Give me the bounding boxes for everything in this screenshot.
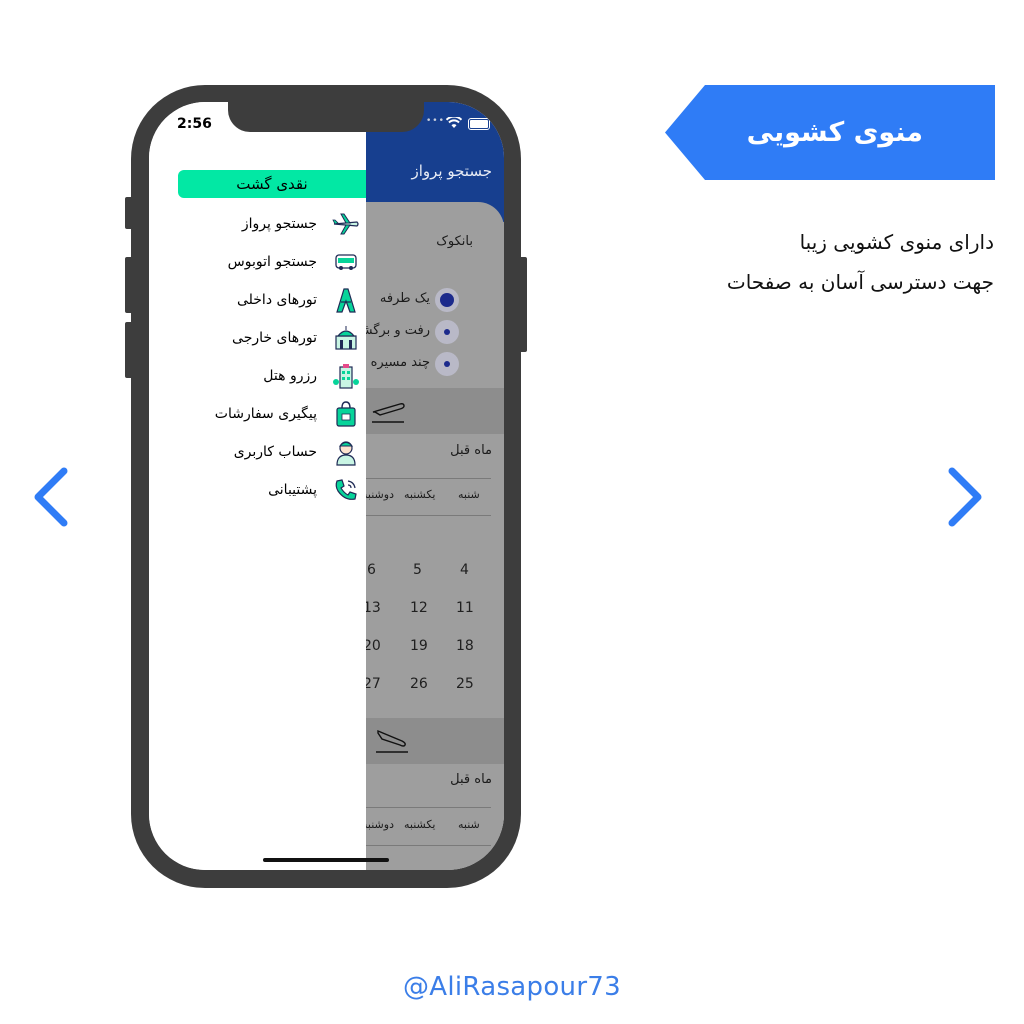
phone-support-icon: [331, 475, 361, 505]
battery-icon: [468, 118, 490, 130]
destination-city[interactable]: بانکوک: [436, 234, 473, 249]
calendar-day[interactable]: 11: [456, 600, 474, 616]
description-line-1: دارای منوی کشویی زیبا: [799, 230, 994, 254]
menu-item-hotel-booking[interactable]: رزرو هتل: [263, 361, 361, 391]
app-header-title: جستجو پرواز: [411, 162, 493, 180]
menu-item-label: حساب کاربری: [233, 444, 317, 460]
menu-item-label: تورهای خارجی: [232, 330, 317, 346]
return-strip: [366, 718, 504, 764]
weekday-3: دوشنبه: [366, 818, 394, 831]
chevron-left-icon: [34, 467, 68, 527]
calendar-day[interactable]: 25: [456, 676, 474, 692]
headline-title: منوی کشویی: [746, 117, 923, 148]
calendar-day[interactable]: 27: [366, 676, 381, 692]
calendar-day[interactable]: 4: [460, 562, 469, 578]
menu-item-label: جستجو پرواز: [241, 216, 317, 232]
menu-item-label: رزرو هتل: [263, 368, 317, 384]
menu-item-flight-search[interactable]: جستجو پرواز: [242, 209, 361, 239]
prev-arrow[interactable]: [30, 465, 70, 529]
menu-item-label: پیگیری سفارشات: [214, 406, 317, 422]
menu-item-foreign-tours[interactable]: تورهای خارجی: [232, 323, 361, 353]
next-arrow[interactable]: [946, 465, 986, 529]
calendar-day[interactable]: 6: [367, 562, 376, 578]
phone-notch: [228, 102, 424, 132]
calendar-day[interactable]: 20: [366, 638, 381, 654]
chevron-right-icon: [948, 467, 982, 527]
calendar-day[interactable]: 13: [366, 600, 381, 616]
weekday-3: دوشنبه: [366, 488, 394, 501]
weekday-1: شنبه: [458, 488, 480, 501]
cash-button[interactable]: نقدی گشت: [178, 170, 366, 198]
weekday-2: یکشنبه: [404, 488, 436, 501]
menu-item-label: تورهای داخلی: [236, 292, 317, 308]
divider: [366, 478, 491, 479]
calendar-day[interactable]: 18: [456, 638, 474, 654]
divider: [366, 807, 491, 808]
menu-item-support[interactable]: پشتیبانی: [268, 475, 361, 505]
weekday-1: شنبه: [458, 818, 480, 831]
hotel-icon: [331, 361, 361, 391]
signal-icon: •••: [426, 116, 445, 126]
menu-item-order-tracking[interactable]: پیگیری سفارشات: [215, 399, 361, 429]
menu-item-user-account[interactable]: حساب کاربری: [234, 437, 361, 467]
bus-icon: [331, 247, 361, 277]
takeoff-icon: [372, 403, 405, 423]
phone-screen: جستجو پرواز ••• بانکوک یک طرفه رفت و برگ…: [149, 102, 504, 870]
author-credit: @AliRasapour73: [402, 972, 621, 1002]
user-icon: [331, 437, 361, 467]
flight-search-screen: جستجو پرواز ••• بانکوک یک طرفه رفت و برگ…: [366, 102, 504, 870]
palace-icon: [331, 323, 361, 353]
landing-icon: [376, 729, 408, 753]
calendar-day[interactable]: 12: [410, 600, 428, 616]
menu-item-label: جستجو اتوبوس: [227, 254, 317, 270]
wifi-icon: [446, 117, 462, 128]
menu-item-label: پشتیبانی: [268, 482, 317, 498]
tower-icon: [331, 285, 361, 315]
weekday-2: یکشنبه: [404, 818, 436, 831]
radio-round-trip[interactable]: [435, 320, 459, 344]
option-round-trip[interactable]: رفت و برگشت: [366, 323, 430, 338]
option-multi-city[interactable]: چند مسیره: [371, 355, 430, 370]
prev-month-link-1[interactable]: ماه قبل: [450, 443, 492, 458]
headline-banner: منوی کشویی: [665, 85, 995, 180]
option-one-way[interactable]: یک طرفه: [380, 291, 430, 306]
calendar-day[interactable]: 26: [410, 676, 428, 692]
radio-multi-city[interactable]: [435, 352, 459, 376]
search-card: بانکوک یک طرفه رفت و برگشت چند مسیره: [366, 202, 504, 870]
departure-strip: [366, 388, 504, 434]
prev-month-link-2[interactable]: ماه قبل: [450, 772, 492, 787]
menu-item-bus-search[interactable]: جستجو اتوبوس: [228, 247, 361, 277]
radio-one-way[interactable]: [435, 288, 459, 312]
calendar-day[interactable]: 19: [410, 638, 428, 654]
home-indicator: [263, 858, 389, 862]
description-line-2: جهت دسترسی آسان به صفحات: [726, 270, 994, 294]
divider: [366, 515, 491, 516]
airplane-icon: [331, 209, 361, 239]
shopping-bag-icon: [331, 399, 361, 429]
navigation-drawer: 2:56 نقدی گشت جستجو پرواز جستجو اتوبوس ت…: [149, 102, 366, 870]
status-time: 2:56: [177, 116, 212, 132]
menu-item-domestic-tours[interactable]: تورهای داخلی: [237, 285, 361, 315]
calendar-day[interactable]: 5: [413, 562, 422, 578]
divider: [366, 845, 491, 846]
